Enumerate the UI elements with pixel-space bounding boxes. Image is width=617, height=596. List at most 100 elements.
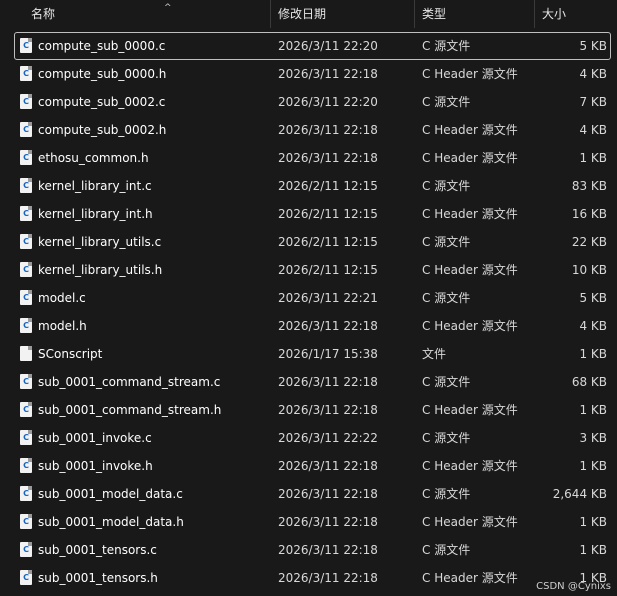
file-size: 1 KB	[579, 543, 607, 557]
file-row[interactable]: Csub_0001_tensors.c 2026/3/11 22:18 C 源文件 1…	[0, 536, 617, 564]
blank-file-icon: C	[20, 346, 32, 361]
file-modified-date: 2026/3/11 22:22	[278, 431, 378, 445]
file-row[interactable]: Ccompute_sub_0000.h 2026/3/11 22:18 C Head…	[0, 60, 617, 88]
file-size: 1 KB	[579, 151, 607, 165]
column-header-name[interactable]: 名称 ^	[24, 0, 271, 28]
file-name: ethosu_common.h	[38, 151, 149, 165]
column-header-size-label: 大小	[542, 7, 567, 21]
file-modified-date: 2026/3/11 22:18	[278, 571, 378, 585]
file-type: C Header 源文件	[422, 459, 518, 473]
file-explorer-window: 名称 ^ 修改日期 类型 大小 Ccompute_sub_0000.c 2026/…	[0, 0, 617, 596]
file-row[interactable]: Ckernel_library_utils.c 2026/2/11 12:15 C …	[0, 228, 617, 256]
c-header-file-icon: C	[20, 150, 32, 165]
file-name: model.c	[38, 291, 86, 305]
file-size: 16 KB	[571, 207, 607, 221]
c-header-file-icon: C	[20, 66, 32, 81]
file-type: C 源文件	[422, 543, 471, 557]
file-row[interactable]: Csub_0001_command_stream.c 2026/3/11 22:1…	[0, 368, 617, 396]
file-modified-date: 2026/3/11 22:20	[278, 39, 378, 53]
file-type: C Header 源文件	[422, 319, 518, 333]
file-type: C Header 源文件	[422, 151, 518, 165]
file-row[interactable]: Ckernel_library_utils.h 2026/2/11 12:15 C …	[0, 256, 617, 284]
file-modified-date: 2026/3/11 22:18	[278, 67, 378, 81]
c-header-file-icon: C	[20, 570, 32, 585]
file-size: 4 KB	[579, 123, 607, 137]
file-type: C Header 源文件	[422, 207, 518, 221]
file-modified-date: 2026/3/11 22:18	[278, 375, 378, 389]
file-row[interactable]: Csub_0001_invoke.h 2026/3/11 22:18 C Heade…	[0, 452, 617, 480]
c-header-file-icon: C	[20, 318, 32, 333]
file-size: 1 KB	[579, 515, 607, 529]
file-size: 5 KB	[579, 39, 607, 53]
c-source-file-icon: C	[20, 374, 32, 389]
file-name: sub_0001_invoke.h	[38, 459, 153, 473]
c-header-file-icon: C	[20, 514, 32, 529]
file-name: kernel_library_utils.h	[38, 263, 163, 277]
file-row[interactable]: Csub_0001_command_stream.h 2026/3/11 22:1…	[0, 396, 617, 424]
file-row[interactable]: Csub_0001_tensors.h 2026/3/11 22:18 C Head…	[0, 564, 617, 592]
file-size: 7 KB	[579, 95, 607, 109]
sort-ascending-icon: ^	[164, 3, 172, 13]
column-header-type-label: 类型	[422, 7, 447, 21]
c-header-file-icon: C	[20, 122, 32, 137]
file-type: 文件	[422, 347, 447, 361]
file-row[interactable]: Ckernel_library_int.h 2026/2/11 12:15 C He…	[0, 200, 617, 228]
file-modified-date: 2026/3/11 22:20	[278, 95, 378, 109]
c-source-file-icon: C	[20, 290, 32, 305]
file-list: Ccompute_sub_0000.c 2026/3/11 22:20 C 源文件 5…	[0, 32, 617, 592]
column-header-bar: 名称 ^ 修改日期 类型 大小	[0, 0, 617, 28]
c-header-file-icon: C	[20, 262, 32, 277]
file-row[interactable]: Cethosu_common.h 2026/3/11 22:18 C Header …	[0, 144, 617, 172]
file-type: C 源文件	[422, 375, 471, 389]
file-modified-date: 2026/3/11 22:18	[278, 123, 378, 137]
file-name: compute_sub_0002.c	[38, 95, 166, 109]
file-size: 83 KB	[571, 179, 607, 193]
column-header-name-label: 名称	[31, 7, 56, 21]
c-source-file-icon: C	[20, 178, 32, 193]
file-row[interactable]: Ccompute_sub_0000.c 2026/3/11 22:20 C 源文件 5…	[14, 32, 611, 60]
c-source-file-icon: C	[20, 430, 32, 445]
file-type: C Header 源文件	[422, 123, 518, 137]
file-name: sub_0001_tensors.c	[38, 543, 157, 557]
c-header-file-icon: C	[20, 206, 32, 221]
column-header-type[interactable]: 类型	[415, 0, 535, 28]
file-size: 3 KB	[579, 431, 607, 445]
file-row[interactable]: Ccompute_sub_0002.c 2026/3/11 22:20 C 源文件 7…	[0, 88, 617, 116]
c-header-file-icon: C	[20, 402, 32, 417]
file-type: C 源文件	[422, 431, 471, 445]
file-name: model.h	[38, 319, 87, 333]
column-header-date[interactable]: 修改日期	[271, 0, 415, 28]
c-source-file-icon: C	[20, 542, 32, 557]
file-row[interactable]: Ccompute_sub_0002.h 2026/3/11 22:18 C Head…	[0, 116, 617, 144]
watermark: CSDN @Cynixs	[536, 581, 611, 592]
file-name: kernel_library_int.h	[38, 207, 153, 221]
file-name: sub_0001_command_stream.h	[38, 403, 222, 417]
file-row[interactable]: Csub_0001_model_data.c 2026/3/11 22:18 C 源…	[0, 480, 617, 508]
file-modified-date: 2026/3/11 22:21	[278, 291, 378, 305]
file-name: kernel_library_utils.c	[38, 235, 162, 249]
file-size: 4 KB	[579, 67, 607, 81]
file-row[interactable]: Ckernel_library_int.c 2026/2/11 12:15 C 源文…	[0, 172, 617, 200]
file-type: C 源文件	[422, 95, 471, 109]
file-row[interactable]: C SConscript 2026/1/17 15:38 文件 1 KB	[0, 340, 617, 368]
file-modified-date: 2026/2/11 12:15	[278, 207, 378, 221]
file-modified-date: 2026/3/11 22:18	[278, 319, 378, 333]
file-modified-date: 2026/2/11 12:15	[278, 179, 378, 193]
file-type: C Header 源文件	[422, 67, 518, 81]
file-name: sub_0001_model_data.h	[38, 515, 184, 529]
column-header-size[interactable]: 大小	[535, 0, 617, 28]
file-row[interactable]: Csub_0001_model_data.h 2026/3/11 22:18 C H…	[0, 508, 617, 536]
file-size: 1 KB	[579, 459, 607, 473]
file-modified-date: 2026/1/17 15:38	[278, 347, 378, 361]
file-modified-date: 2026/3/11 22:18	[278, 151, 378, 165]
file-row[interactable]: Csub_0001_invoke.c 2026/3/11 22:22 C 源文件 3 …	[0, 424, 617, 452]
file-type: C 源文件	[422, 179, 471, 193]
file-name: sub_0001_invoke.c	[38, 431, 152, 445]
file-row[interactable]: Cmodel.h 2026/3/11 22:18 C Header 源文件 4 KB	[0, 312, 617, 340]
file-row[interactable]: Cmodel.c 2026/3/11 22:21 C 源文件 5 KB	[0, 284, 617, 312]
file-size: 5 KB	[579, 291, 607, 305]
file-type: C 源文件	[422, 487, 471, 501]
file-type: C Header 源文件	[422, 515, 518, 529]
file-name: sub_0001_command_stream.c	[38, 375, 221, 389]
c-source-file-icon: C	[20, 234, 32, 249]
